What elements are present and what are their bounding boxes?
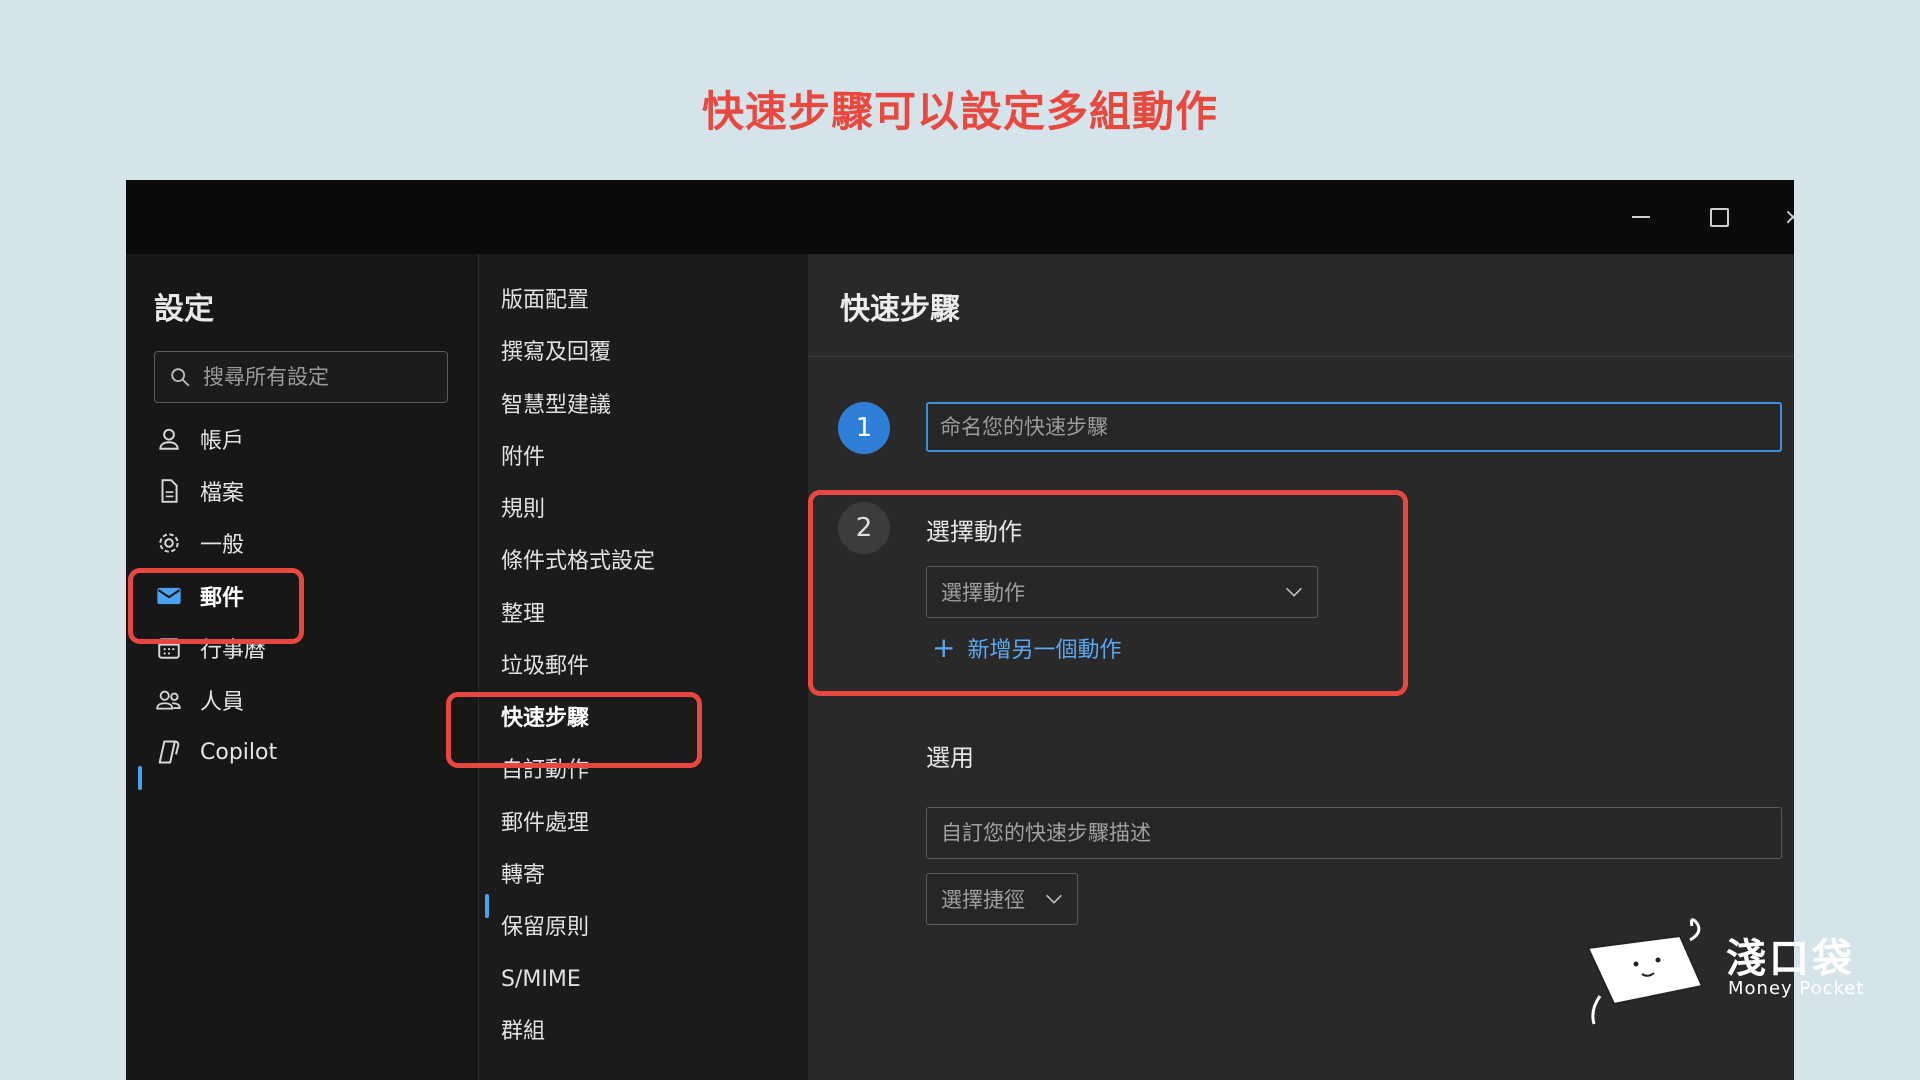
- sidebar-item-label: 一般: [200, 533, 245, 558]
- active-indicator: [138, 766, 142, 790]
- quick-step-description-input[interactable]: [926, 807, 1782, 859]
- nav-item-attachments[interactable]: 附件: [501, 438, 545, 478]
- person-icon: [154, 424, 184, 454]
- sidebar-item-label: 帳戶: [200, 429, 245, 454]
- sidebar-item-label: Copilot: [200, 739, 278, 765]
- search-input[interactable]: [201, 364, 445, 390]
- settings-search[interactable]: [154, 351, 448, 403]
- nav-item-smart-suggestions[interactable]: 智慧型建議: [501, 386, 611, 426]
- optional-label: 選用: [926, 744, 974, 772]
- search-icon: [171, 368, 190, 387]
- close-button[interactable]: ×: [1778, 202, 1794, 232]
- nav-item-compose-reply[interactable]: 撰寫及回覆: [501, 333, 611, 373]
- document-icon: [154, 476, 184, 506]
- nav-item-retention-policies[interactable]: 保留原則: [501, 908, 589, 948]
- settings-title: 設定: [154, 292, 214, 327]
- title-bar: ×: [126, 180, 1794, 254]
- people-icon: [154, 685, 184, 715]
- nav-item-message-handling[interactable]: 郵件處理: [501, 804, 589, 844]
- chevron-down-icon: [1046, 894, 1062, 904]
- minimize-button[interactable]: [1626, 202, 1656, 232]
- pocket-mascot-icon: [1586, 918, 1704, 1025]
- nav-item-sweep[interactable]: 整理: [501, 595, 545, 635]
- quick-steps-highlight-box: [446, 692, 702, 768]
- nav-item-layout[interactable]: 版面配置: [501, 281, 589, 321]
- close-icon: ×: [1783, 204, 1794, 230]
- copilot-icon: [154, 737, 184, 767]
- panel-title: 快速步驟: [840, 292, 960, 327]
- sidebar-item-label: 檔案: [200, 481, 245, 506]
- nav-item-rules[interactable]: 規則: [501, 490, 545, 530]
- dropdown-value: 選擇捷徑: [941, 888, 1025, 912]
- nav-item-junk-email[interactable]: 垃圾郵件: [501, 647, 589, 687]
- sidebar-item-general[interactable]: 一般: [154, 521, 414, 565]
- sidebar-item-files[interactable]: 檔案: [154, 469, 414, 513]
- page-heading: 快速步驟可以設定多組動作: [701, 87, 1218, 136]
- settings-sidebar: 設定 帳戶 檔案 一般: [126, 254, 478, 1080]
- maximize-icon: [1709, 207, 1729, 227]
- nav-item-groups[interactable]: 群組: [501, 1012, 545, 1052]
- choose-action-highlight-box: [808, 490, 1408, 696]
- gear-icon: [154, 528, 184, 558]
- sidebar-item-copilot[interactable]: Copilot: [154, 730, 414, 774]
- sidebar-item-account[interactable]: 帳戶: [154, 417, 414, 461]
- divider: [808, 356, 1794, 357]
- nav-item-forwarding[interactable]: 轉寄: [501, 856, 545, 896]
- active-indicator: [485, 894, 489, 918]
- nav-item-conditional-formatting[interactable]: 條件式格式設定: [501, 542, 655, 582]
- choose-shortcut-dropdown[interactable]: 選擇捷徑: [926, 873, 1078, 925]
- quick-step-name-input[interactable]: [926, 402, 1782, 452]
- nav-item-smime[interactable]: S/MIME: [501, 960, 581, 1000]
- sidebar-item-people[interactable]: 人員: [154, 678, 414, 722]
- watermark-subtitle: Money Pocket: [1728, 978, 1865, 999]
- step-1-badge: 1: [838, 402, 890, 454]
- mail-highlight-box: [128, 568, 304, 644]
- watermark-title: 淺口袋: [1726, 936, 1855, 982]
- maximize-button[interactable]: [1704, 202, 1734, 232]
- watermark-logo: 淺口袋 Money Pocket: [1570, 918, 1870, 1028]
- minimize-icon: [1632, 216, 1650, 218]
- mail-settings-nav: 版面配置 撰寫及回覆 智慧型建議 附件 規則 條件式格式設定 整理 垃圾郵件 快…: [478, 254, 809, 1080]
- sidebar-item-label: 人員: [200, 690, 245, 715]
